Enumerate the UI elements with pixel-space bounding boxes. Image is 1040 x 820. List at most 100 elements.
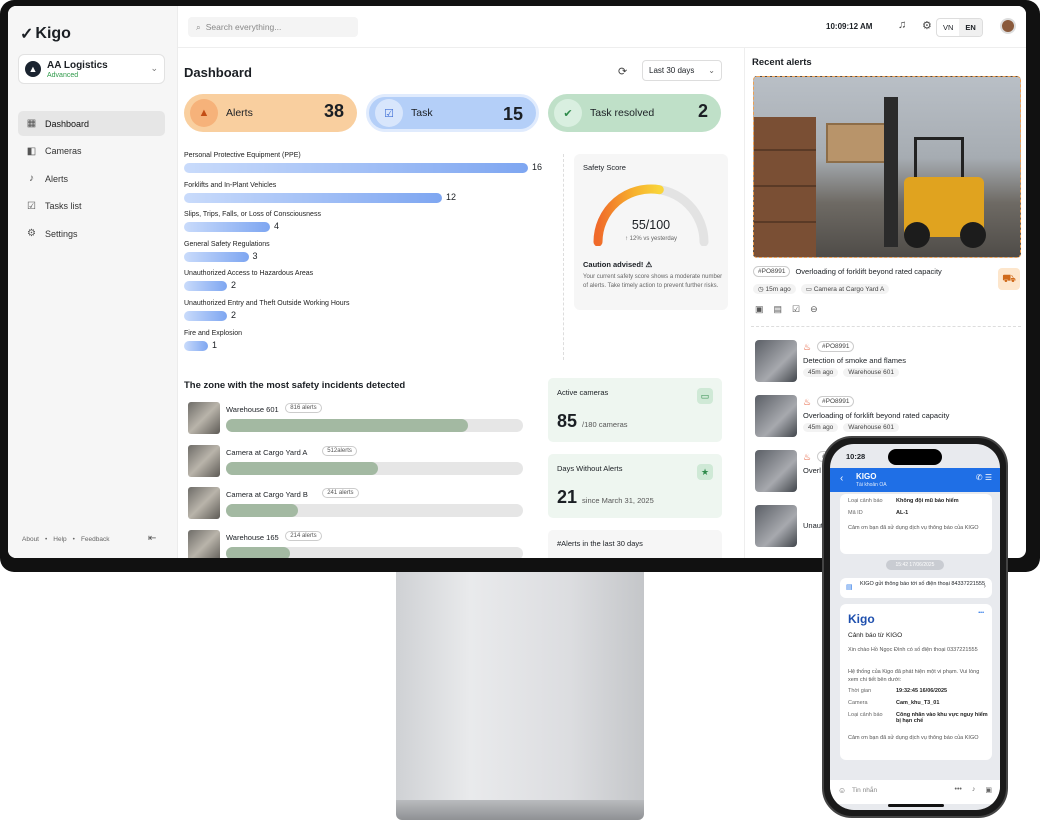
feedback-link[interactable]: Feedback	[81, 536, 110, 543]
chat-subtitle: Tài khoản OA	[856, 482, 887, 488]
crates-graphic	[754, 117, 816, 257]
chart-bar[interactable]	[184, 310, 227, 321]
notification-bell-icon[interactable]: ♫	[898, 19, 906, 31]
card-body: Hệ thống của Kigo đã phát hiện một vi ph…	[848, 669, 980, 683]
help-link[interactable]: Help	[53, 536, 66, 543]
chart-bar-row: Slips, Trips, Falls, or Loss of Consciou…	[184, 211, 554, 241]
zone-name: Camera at Cargo Yard B	[226, 490, 308, 499]
field-value: Công nhân vào khu vực nguy hiểm bị hạn c…	[896, 712, 988, 724]
org-switcher[interactable]: ▲ AA Logistics Advanced ⌄	[18, 54, 165, 84]
search-icon: ⌕	[196, 21, 201, 32]
chart-bar[interactable]	[184, 251, 249, 262]
mic-icon[interactable]: ♪	[972, 786, 976, 794]
lang-en[interactable]: EN	[959, 19, 982, 36]
image-icon[interactable]: ▣	[755, 304, 764, 315]
chart-bar-row: Unauthorized Access to Hazardous Areas 2	[184, 270, 554, 300]
alert-time-text: 15m ago	[765, 286, 791, 293]
user-avatar[interactable]	[1000, 18, 1016, 34]
zone-row[interactable]: Warehouse 601 816 alerts	[188, 400, 533, 443]
sidebar-item-label: Settings	[45, 228, 78, 239]
days-without-alerts-card: Days Without Alerts ★ 21 since March 31,…	[548, 454, 722, 518]
org-name: AA Logistics	[47, 60, 108, 71]
page-title: Dashboard	[184, 65, 252, 80]
chart-bar[interactable]	[184, 163, 528, 173]
image-icon[interactable]: ▣	[985, 786, 992, 794]
zone-name: Camera at Cargo Yard A	[226, 447, 308, 457]
collapse-sidebar-icon[interactable]: ⇤	[148, 533, 156, 544]
card-label: Active cameras	[557, 388, 609, 397]
chart-bar[interactable]	[184, 222, 270, 233]
chat-message-1: Loại cảnh báo Không đội mũ bảo hiểm Mã I…	[840, 494, 992, 554]
back-arrow-icon[interactable]: ‹	[840, 473, 843, 484]
zone-row[interactable]: Warehouse 165 214 alerts	[188, 528, 533, 558]
emoji-icon[interactable]: ☺	[838, 786, 846, 795]
chart-bar[interactable]	[184, 340, 208, 351]
zone-row[interactable]: Camera at Cargo Yard B 241 alerts	[188, 485, 533, 528]
chart-bar[interactable]	[184, 281, 227, 292]
chevron-down-icon: ⌄	[708, 66, 715, 75]
sidebar-item-settings[interactable]: ⚙ Settings	[18, 221, 165, 246]
chat-header: ‹ KIGO Tài khoản OA ✆ ☰	[830, 468, 1000, 492]
recent-alert-item[interactable]: ♨ #PO8991 Detection of smoke and flames 45m…	[755, 340, 1021, 395]
sidebar-item-cameras[interactable]: ◧ Cameras	[18, 139, 165, 164]
card-value: 21	[557, 487, 578, 507]
chat-name: KIGO	[856, 472, 877, 481]
forklift-cage-graphic	[914, 137, 964, 181]
lang-vn[interactable]: VN	[937, 19, 959, 36]
refresh-icon[interactable]: ⟳	[618, 65, 627, 78]
notice-text: KIGO gửi thông báo tới số điện thoại 843…	[860, 581, 986, 587]
more-icon[interactable]: •••	[978, 610, 984, 616]
sidebar-item-dashboard[interactable]: ▦ Dashboard	[18, 111, 165, 136]
stat-task[interactable]: ☑ Task 15	[366, 94, 539, 132]
chart-bar[interactable]	[184, 192, 442, 203]
sidebar-item-tasks[interactable]: ☑ Tasks list	[18, 194, 165, 219]
sidebar-item-label: Alerts	[45, 173, 69, 184]
stat-alerts[interactable]: ▲ Alerts 38	[184, 94, 357, 132]
card-value-row: 21 since March 31, 2025	[557, 487, 654, 508]
input-placeholder: Tin nhắn	[852, 787, 878, 794]
report-icon[interactable]: ☑	[792, 304, 800, 315]
zone-thumbnail	[188, 402, 220, 434]
zone-alert-badge: 214 alerts	[285, 530, 322, 541]
alert-id: #PO8991	[817, 396, 855, 407]
card-label: #Alerts in the last 30 days	[557, 539, 643, 548]
alert-camera: ▭ Camera at Cargo Yard A	[800, 284, 890, 294]
app-logo[interactable]: ✓ Kigo	[20, 24, 71, 44]
stat-label: Task	[411, 107, 433, 119]
alert-camera-text: Camera at Cargo Yard A	[813, 286, 885, 293]
alert-time: 45m ago	[803, 423, 839, 432]
message-input[interactable]: ☺ Tin nhắn ••• ♪ ▣	[830, 780, 1000, 804]
separator: •	[72, 536, 75, 543]
zone-row[interactable]: Camera at Cargo Yard A 512alerts	[188, 443, 533, 486]
more-icon[interactable]: •••	[955, 786, 962, 794]
zone-alert-badge: 816 alerts	[285, 403, 322, 413]
language-switch: VN EN	[936, 18, 983, 37]
field-key: Loại cảnh báo	[848, 498, 883, 504]
field-value: 19:32:45 16/06/2025	[896, 688, 948, 694]
phone-screen: 10:28 ‹ KIGO Tài khoản OA ✆ ☰ Loại cảnh …	[830, 444, 1000, 810]
dismiss-icon[interactable]: ⊖	[810, 304, 818, 315]
chart-category-label: General Safety Regulations	[184, 240, 270, 248]
phone-notice[interactable]: ▤ KIGO gửi thông báo tới số điện thoại 8…	[840, 578, 992, 598]
call-menu-icon[interactable]: ✆ ☰	[976, 473, 992, 482]
camera-icon: ▭	[805, 286, 814, 293]
org-icon: ▲	[25, 61, 41, 77]
video-icon[interactable]: ▤	[774, 304, 783, 315]
top-header: ⌕ Search everything... 10:09:12 AM ♫ ⚙ VN…	[178, 6, 1026, 48]
chat-timestamp: 15:42 17/06/2025	[886, 560, 944, 570]
chart-bar-row: Fire and Explosion 1	[184, 330, 554, 360]
featured-alert-image[interactable]	[753, 76, 1021, 258]
settings-gear-icon[interactable]: ⚙	[922, 19, 932, 32]
about-link[interactable]: About	[22, 536, 39, 543]
search-input[interactable]: ⌕ Search everything...	[188, 17, 358, 37]
date-range-select[interactable]: Last 30 days ⌄	[642, 60, 722, 81]
card-unit: since March 31, 2025	[582, 496, 654, 505]
phone-mockup: 10:28 ‹ KIGO Tài khoản OA ✆ ☰ Loại cảnh …	[822, 436, 1008, 818]
alert-actions: ▣ ▤ ☑ ⊖	[755, 304, 818, 315]
zone-thumbnail	[188, 487, 220, 519]
chart-bar-value: 1	[212, 339, 218, 350]
stat-task-resolved[interactable]: ✔ Task resolved 2	[548, 94, 721, 132]
shield-check-icon: ✔	[554, 99, 582, 127]
gear-icon: ⚙	[27, 228, 36, 239]
sidebar-item-alerts[interactable]: ♪ Alerts	[18, 166, 165, 191]
